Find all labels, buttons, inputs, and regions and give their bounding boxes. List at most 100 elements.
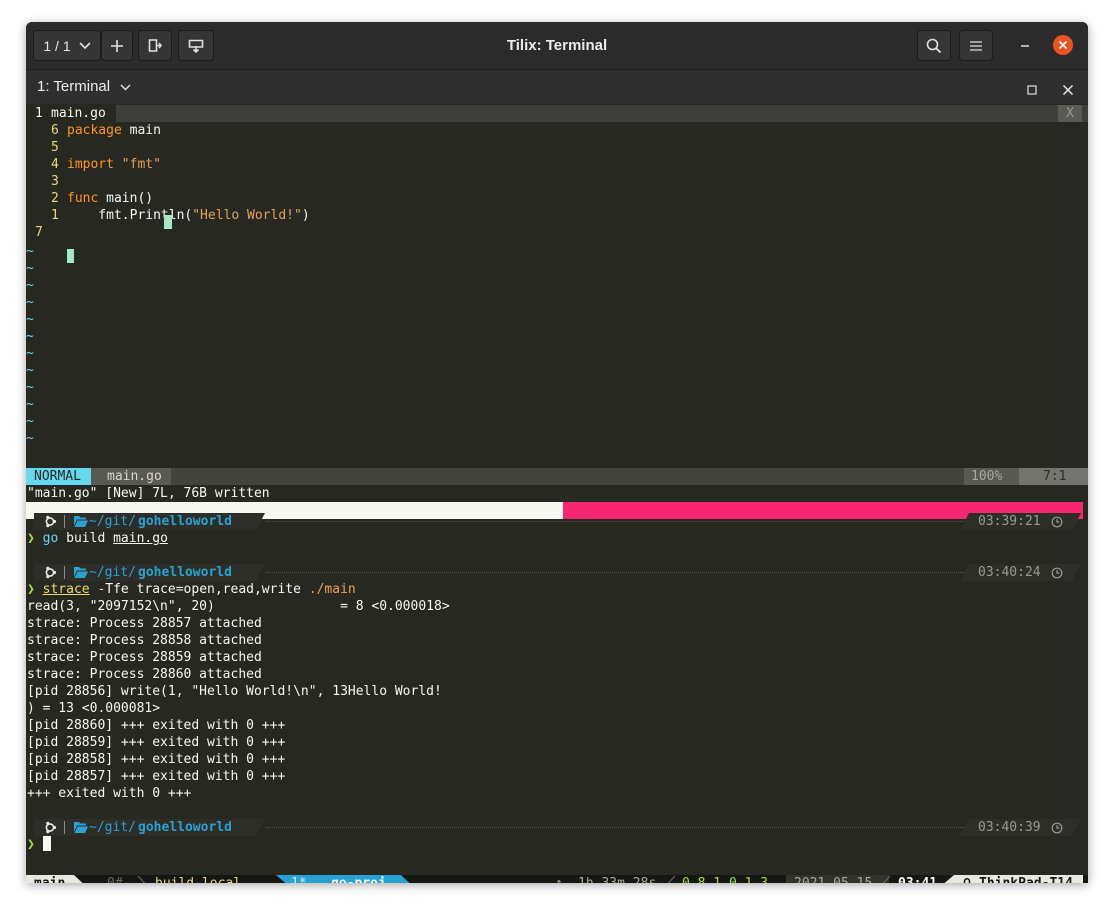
token: "fmt" bbox=[121, 157, 161, 172]
command-output-line: [pid 28858] +++ exited with 0 +++ bbox=[27, 752, 286, 767]
vim-tilde: ~ bbox=[26, 244, 34, 259]
close-terminal-button[interactable] bbox=[1062, 81, 1074, 96]
powerline-arrow-icon bbox=[960, 564, 969, 581]
terminal-window: 1 / 1 Tilix: Terminal 1: Terminal 1 main… bbox=[26, 22, 1088, 883]
close-icon bbox=[1058, 40, 1068, 50]
close-icon bbox=[1062, 84, 1074, 96]
command-output-line: strace: Process 28860 attached bbox=[27, 667, 262, 682]
tmux-clock: 03:41 bbox=[898, 875, 937, 883]
vim-line-number: 7 bbox=[35, 225, 43, 240]
vim-tab-file: main.go bbox=[51, 106, 106, 121]
clock-icon bbox=[1051, 516, 1063, 528]
powerline-arrow-icon bbox=[960, 513, 969, 530]
token: ./main bbox=[308, 582, 356, 597]
vim-tab-active[interactable]: 1 main.go bbox=[26, 105, 116, 122]
terminal-title-bar: 1: Terminal bbox=[26, 70, 1088, 104]
tmux-uptime: 1h 33m 28s bbox=[578, 875, 656, 883]
chevron-left-icon bbox=[882, 875, 891, 883]
hamburger-menu-icon bbox=[970, 40, 982, 51]
token: main.go bbox=[113, 531, 168, 546]
os-logo-icon bbox=[45, 821, 57, 834]
token: main bbox=[121, 123, 161, 138]
terminal-content[interactable]: 1 main.go X 6 package main 5 4 import "fmt" 3… bbox=[26, 105, 1088, 883]
vim-tilde: ~ bbox=[26, 278, 34, 293]
minimize-button[interactable] bbox=[1014, 34, 1036, 56]
vim-tilde: ~ bbox=[26, 312, 34, 327]
prompt-divider bbox=[64, 821, 65, 834]
prompt-symbol: ❯ bbox=[27, 837, 43, 852]
vim-line-number: 5 bbox=[51, 140, 59, 155]
token: func bbox=[67, 191, 99, 206]
clock-icon bbox=[1051, 822, 1063, 834]
prompt-command-line: ❯ go build main.go bbox=[27, 530, 168, 547]
powerline-arrow-icon bbox=[1072, 819, 1081, 836]
lock-icon bbox=[963, 878, 971, 883]
prompt-filler bbox=[266, 572, 969, 573]
terminal-title: 1: Terminal bbox=[37, 78, 111, 95]
vim-line-code: fmt.Println("Hello World!") bbox=[67, 207, 310, 224]
vim-tabline: 1 main.go X bbox=[26, 105, 1088, 122]
find-button[interactable] bbox=[917, 30, 951, 61]
tmux-status-bar: main 0#- build-local 1* go-proj ↑ 1h 33m… bbox=[26, 875, 1088, 883]
prompt-dir-prefix: ~/git/ bbox=[89, 565, 136, 580]
powerline-arrow-icon bbox=[401, 875, 410, 883]
token: main() bbox=[98, 191, 161, 206]
prompt-time: 03:40:24 bbox=[978, 565, 1041, 580]
tmux-load: 0.8 1.0 1.3 bbox=[682, 875, 768, 883]
command-output-line: strace: Process 28859 attached bbox=[27, 650, 262, 665]
tmux-window-inactive-index[interactable]: 0#- bbox=[107, 875, 130, 883]
powerline-arrow-icon bbox=[1072, 513, 1081, 530]
token: go bbox=[42, 531, 59, 546]
prompt-header: ~/git/gohelloworld 03:40:39 bbox=[26, 819, 1088, 836]
vim-line-code: package main bbox=[67, 122, 161, 139]
maximize-icon bbox=[1027, 85, 1037, 95]
vim-tilde: ~ bbox=[26, 380, 34, 395]
token: ) bbox=[301, 208, 310, 223]
vim-tilde: ~ bbox=[26, 397, 34, 412]
vim-percent: 100% bbox=[964, 468, 1019, 485]
command-output-line: strace: Process 28857 attached bbox=[27, 616, 262, 631]
command-output-line: [pid 28857] +++ exited with 0 +++ bbox=[27, 769, 286, 784]
shell-cursor bbox=[42, 836, 51, 851]
search-icon bbox=[926, 38, 942, 53]
prompt-header: ~/git/gohelloworld 03:39:21 bbox=[26, 513, 1088, 530]
powerline-arrow-icon bbox=[256, 819, 265, 836]
folder-open-icon bbox=[74, 516, 88, 527]
vim-tilde: ~ bbox=[26, 414, 34, 429]
tmux-window-active[interactable]: 1* go-proj bbox=[286, 875, 401, 883]
vim-tilde: ~ bbox=[26, 329, 34, 344]
prompt-symbol: ❯ bbox=[27, 582, 43, 597]
chevron-down-icon bbox=[120, 84, 131, 91]
prompt-command-line: ❯ strace -Tfe trace=open,read,write ./ma… bbox=[27, 581, 356, 598]
tmux-window-active-name: go-proj bbox=[331, 875, 386, 883]
maximize-terminal-button[interactable] bbox=[1026, 81, 1038, 95]
token: import bbox=[67, 157, 114, 172]
tmux-session: main bbox=[26, 875, 74, 883]
vim-tab-close-button[interactable]: X bbox=[1058, 105, 1082, 122]
token: -Tfe trace=open,read,write bbox=[89, 582, 309, 597]
menu-button[interactable] bbox=[959, 30, 993, 61]
command-output-line: [pid 28860] +++ exited with 0 +++ bbox=[27, 718, 286, 733]
command-output-line: ) = 13 <0.000081> bbox=[27, 701, 161, 716]
vim-tilde: ~ bbox=[26, 295, 34, 310]
close-window-button[interactable] bbox=[1053, 35, 1073, 55]
tmux-window-active-index: 1* bbox=[291, 875, 307, 883]
powerline-arrow-icon bbox=[256, 513, 265, 530]
prompt-dir-name: gohelloworld bbox=[138, 514, 232, 529]
folder-open-icon bbox=[74, 822, 88, 833]
folder-open-icon bbox=[74, 567, 88, 578]
command-output-line: [pid 28856] write(1, "Hello World!\n", 1… bbox=[27, 684, 442, 699]
prompt-header: ~/git/gohelloworld 03:40:24 bbox=[26, 564, 1088, 581]
prompt-filler bbox=[266, 827, 969, 828]
terminal-title-dropdown[interactable]: 1: Terminal bbox=[37, 78, 131, 95]
vim-tilde: ~ bbox=[26, 261, 34, 276]
chevron-left-icon bbox=[667, 875, 676, 883]
token: "Hello World!" bbox=[192, 208, 302, 223]
prompt-time: 03:39:21 bbox=[978, 514, 1041, 529]
prompt-dir-name: gohelloworld bbox=[138, 565, 232, 580]
command-output-line: +++ exited with 0 +++ bbox=[27, 786, 192, 801]
tmux-window-inactive-name[interactable]: build-local bbox=[155, 875, 241, 883]
tmux-host: ThinkPad-T14 bbox=[954, 875, 1083, 883]
vim-line-code: func main() bbox=[67, 190, 161, 207]
vim-message: "main.go" [New] 7L, 76B written bbox=[27, 486, 270, 501]
